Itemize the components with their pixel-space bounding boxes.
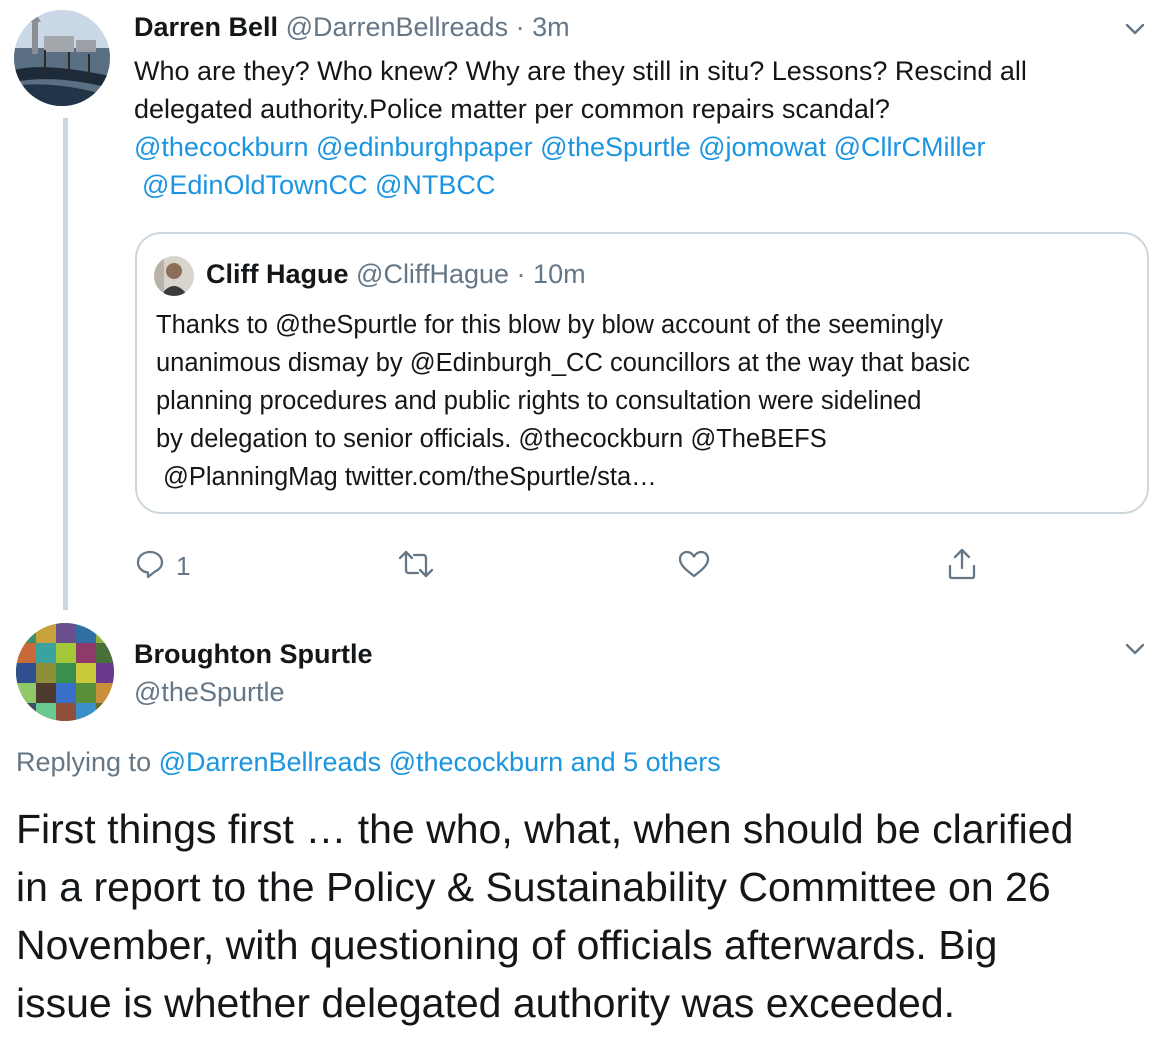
replying-to-label: Replying to: [16, 747, 159, 777]
quoted-text-segment: unanimous dismay by: [156, 349, 410, 377]
mention-link[interactable]: @edinburghpaper: [316, 132, 533, 162]
quoted-text-segment: councillors at the way that basic: [602, 349, 970, 377]
quoted-text-segment: by delegation to senior officials.: [156, 425, 519, 453]
reply-count: 1: [176, 550, 191, 581]
retweet-icon: [396, 548, 436, 585]
like-button[interactable]: [676, 544, 712, 588]
author-handle[interactable]: @theSpurtle: [134, 675, 285, 709]
tweet-header: Darren Bell @DarrenBellreads · 3m: [134, 10, 570, 44]
tweet-timestamp[interactable]: 3m: [532, 12, 570, 42]
header-separator: ·: [515, 12, 525, 42]
tweet-text-line: First things first … the who, what, when…: [16, 806, 1074, 852]
mention-link[interactable]: @theSpurtle: [540, 132, 691, 162]
mention-link[interactable]: @CllrCMiller: [834, 132, 986, 162]
reply-icon: [134, 548, 166, 585]
replying-to: Replying to @DarrenBellreads @thecockbur…: [16, 744, 721, 780]
share-icon: [944, 546, 980, 587]
author-name[interactable]: Darren Bell: [134, 12, 278, 42]
reply-button[interactable]: 1: [134, 544, 190, 588]
retweet-button[interactable]: [396, 544, 436, 588]
quoted-text-segment: @Edinburgh_CC: [409, 349, 603, 377]
quoted-author-name: Cliff Hague: [206, 259, 349, 289]
mention-link[interactable]: @NTBCC: [375, 170, 495, 200]
thread-connector-line: [63, 118, 68, 610]
quoted-text-segment: @PlanningMag: [163, 463, 338, 491]
mention-link[interactable]: @thecockburn: [134, 132, 309, 162]
quoted-author-handle: @CliffHague: [356, 259, 510, 289]
quoted-tweet-text: Thanks to @theSpurtle for this blow by b…: [156, 306, 1136, 496]
tweet-text-line: Who are they? Who knew? Why are they sti…: [134, 56, 1027, 86]
quoted-tweet-header: Cliff Hague @CliffHague · 10m: [206, 256, 586, 292]
quoted-tweet-timestamp: 10m: [533, 259, 586, 289]
tweet-text-line: November, with questioning of officials …: [16, 922, 998, 968]
avatar-darren-bell[interactable]: [14, 10, 110, 106]
replying-to-links[interactable]: @DarrenBellreads @thecockburn and 5 othe…: [159, 747, 721, 777]
avatar-cliff-hague: [154, 256, 194, 296]
quoted-text-segment: @theSpurtle: [275, 311, 418, 339]
mention-link[interactable]: @jomowat: [698, 132, 826, 162]
share-button[interactable]: [944, 544, 980, 588]
avatar-broughton-spurtle[interactable]: [16, 623, 114, 721]
header-separator: ·: [516, 259, 526, 289]
tweet-text-line: issue is whether delegated authority was…: [16, 980, 956, 1026]
quoted-text-segment: @TheBEFS: [690, 425, 827, 453]
quoted-text-segment: planning procedures and public rights to…: [156, 387, 922, 415]
chevron-down-icon[interactable]: [1120, 14, 1150, 44]
tweet-text: First things first … the who, what, when…: [16, 800, 1156, 1032]
quoted-text-segment: Thanks to: [156, 311, 276, 339]
tweet-text-line: in a report to the Policy & Sustainabili…: [16, 864, 1051, 910]
tweet-text-line: delegated authority.Police matter per co…: [134, 94, 890, 124]
quoted-text-segment: twitter.com/theSpurtle/sta…: [337, 463, 657, 491]
mention-link[interactable]: @EdinOldTownCC: [142, 170, 368, 200]
author-name[interactable]: Broughton Spurtle: [134, 637, 372, 671]
tweet-text: Who are they? Who knew? Why are they sti…: [134, 52, 1154, 204]
quoted-text-segment: for this blow by blow account of the see…: [417, 311, 944, 339]
like-icon: [676, 548, 712, 585]
chevron-down-icon[interactable]: [1120, 634, 1150, 664]
quoted-text-segment: @thecockburn: [518, 425, 684, 453]
author-handle[interactable]: @DarrenBellreads: [286, 12, 509, 42]
